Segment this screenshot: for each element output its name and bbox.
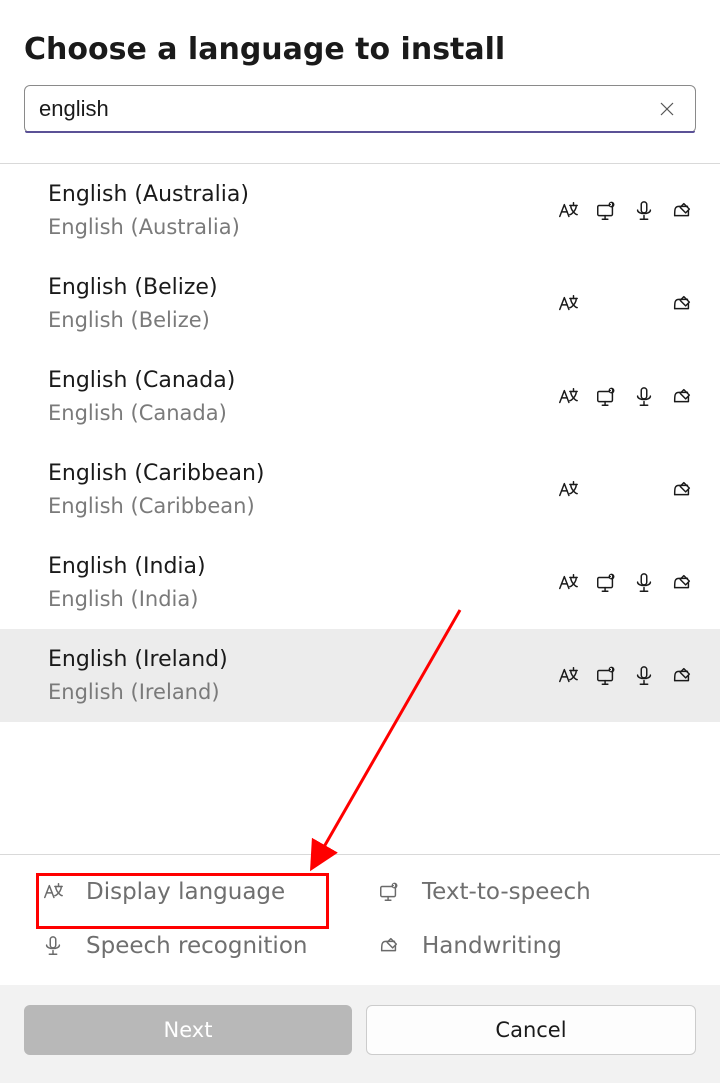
display-language-icon <box>556 478 580 502</box>
microphone-icon <box>632 478 656 502</box>
legend-handwriting: Handwriting <box>376 933 692 959</box>
handwriting-icon <box>670 385 694 409</box>
handwriting-icon <box>670 199 694 223</box>
handwriting-icon <box>670 571 694 595</box>
language-primary-label: English (Ireland) <box>48 647 228 672</box>
language-secondary-label: English (Ireland) <box>48 680 228 704</box>
microphone-icon <box>632 199 656 223</box>
language-item[interactable]: English (Ireland) English (Ireland) <box>0 629 720 722</box>
legend-label: Speech recognition <box>86 933 307 959</box>
display-language-icon <box>556 292 580 316</box>
legend-label: Display language <box>86 879 285 905</box>
microphone-icon <box>40 935 66 957</box>
language-secondary-label: English (Australia) <box>48 215 249 239</box>
language-item[interactable]: English (India) English (India) <box>0 536 720 629</box>
footer: Next Cancel <box>0 985 720 1083</box>
feature-icons <box>556 292 694 316</box>
legend-speech-recognition: Speech recognition <box>40 933 356 959</box>
language-list: English (Australia)English (Australia)En… <box>0 164 720 854</box>
feature-icons <box>556 199 694 223</box>
display-language-icon <box>40 881 66 903</box>
microphone-icon <box>632 292 656 316</box>
microphone-icon <box>632 664 656 688</box>
language-item[interactable]: English (Australia) English (Australia) <box>0 164 720 257</box>
text-to-speech-icon <box>376 881 402 903</box>
feature-icons <box>556 478 694 502</box>
text-to-speech-icon <box>594 385 618 409</box>
clear-search-icon[interactable] <box>653 95 681 123</box>
display-language-icon <box>556 199 580 223</box>
language-item[interactable]: English (Belize) English (Belize) <box>0 257 720 350</box>
language-item[interactable]: English (Caribbean) English (Caribbean) <box>0 443 720 536</box>
display-language-icon <box>556 385 580 409</box>
text-to-speech-icon <box>594 199 618 223</box>
language-primary-label: English (Australia) <box>48 182 249 207</box>
text-to-speech-icon <box>594 664 618 688</box>
search-input[interactable] <box>39 96 653 122</box>
language-secondary-label: English (Caribbean) <box>48 494 265 518</box>
next-button[interactable]: Next <box>24 1005 352 1055</box>
feature-icons <box>556 571 694 595</box>
microphone-icon <box>632 385 656 409</box>
page-title: Choose a language to install <box>24 32 696 67</box>
text-to-speech-icon <box>594 571 618 595</box>
text-to-speech-icon <box>594 292 618 316</box>
search-box[interactable] <box>24 85 696 133</box>
legend: Display language Text-to-speech Speech r… <box>0 854 720 985</box>
display-language-icon <box>556 571 580 595</box>
legend-display-language: Display language <box>40 879 356 905</box>
language-primary-label: English (India) <box>48 554 206 579</box>
language-primary-label: English (Caribbean) <box>48 461 265 486</box>
legend-label: Handwriting <box>422 933 562 959</box>
handwriting-icon <box>670 478 694 502</box>
text-to-speech-icon <box>594 478 618 502</box>
legend-text-to-speech: Text-to-speech <box>376 879 692 905</box>
language-primary-label: English (Canada) <box>48 368 235 393</box>
language-secondary-label: English (Belize) <box>48 308 218 332</box>
legend-label: Text-to-speech <box>422 879 591 905</box>
handwriting-icon <box>670 292 694 316</box>
feature-icons <box>556 664 694 688</box>
language-secondary-label: English (Canada) <box>48 401 235 425</box>
language-secondary-label: English (India) <box>48 587 206 611</box>
feature-icons <box>556 385 694 409</box>
handwriting-icon <box>376 935 402 957</box>
language-item[interactable]: English (Canada) English (Canada) <box>0 350 720 443</box>
microphone-icon <box>632 571 656 595</box>
handwriting-icon <box>670 664 694 688</box>
cancel-button[interactable]: Cancel <box>366 1005 696 1055</box>
language-primary-label: English (Belize) <box>48 275 218 300</box>
display-language-icon <box>556 664 580 688</box>
